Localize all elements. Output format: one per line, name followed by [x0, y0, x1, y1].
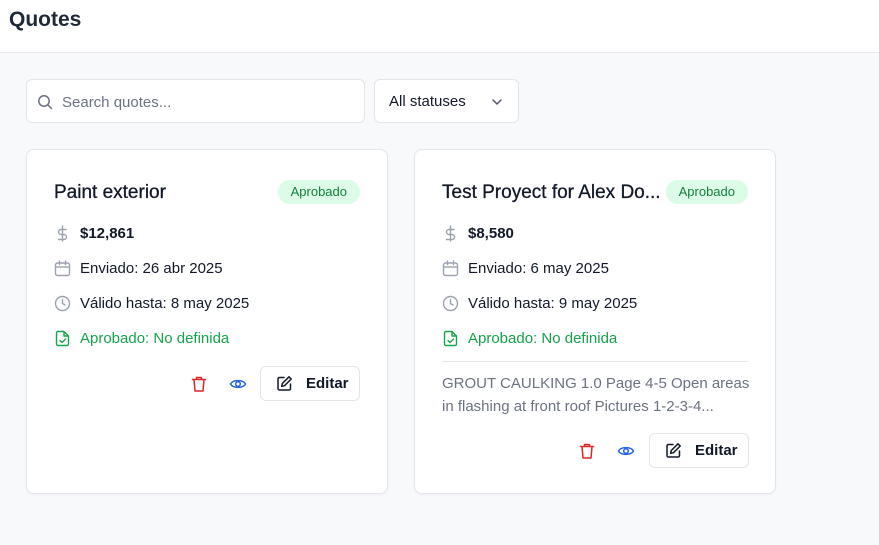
quote-approved-date: Aprobado: No definida — [80, 330, 230, 347]
file-check-icon — [443, 330, 458, 347]
edit-icon — [277, 376, 292, 391]
quote-amount: $8,580 — [468, 225, 514, 242]
calendar-icon — [54, 260, 71, 277]
quote-title: Test Proyect for Alex Do... — [442, 182, 661, 203]
edit-button-label: Editar — [695, 442, 738, 459]
search-input[interactable] — [62, 90, 357, 114]
quote-valid-until: Válido hasta: 9 may 2025 — [468, 295, 638, 312]
quote-valid-until: Válido hasta: 8 may 2025 — [80, 295, 250, 312]
search-box[interactable] — [26, 79, 365, 123]
page-title: Quotes — [9, 8, 82, 31]
clock-icon — [54, 295, 71, 312]
edit-button[interactable]: Editar — [260, 366, 360, 401]
quote-sent-date: Enviado: 6 may 2025 — [468, 260, 609, 277]
edit-icon — [666, 443, 681, 458]
trash-icon[interactable] — [578, 442, 596, 460]
status-filter-select[interactable]: All statuses — [374, 79, 519, 123]
dollar-icon — [445, 225, 456, 242]
clock-icon — [442, 295, 459, 312]
trash-icon[interactable] — [190, 375, 208, 393]
edit-button-label: Editar — [306, 375, 349, 392]
quote-sent-date: Enviado: 26 abr 2025 — [80, 260, 223, 277]
dollar-icon — [57, 225, 68, 242]
quote-card: Test Proyect for Alex Do... Aprobado $8,… — [414, 149, 776, 494]
quote-amount: $12,861 — [80, 225, 135, 242]
search-icon — [38, 95, 53, 110]
file-check-icon — [55, 330, 70, 347]
quote-approved-date: Aprobado: No definida — [468, 330, 618, 347]
eye-icon[interactable] — [229, 375, 247, 393]
status-badge: Aprobado — [665, 180, 748, 204]
edit-button[interactable]: Editar — [649, 433, 749, 468]
divider — [442, 361, 748, 362]
chevron-down-icon — [492, 99, 502, 105]
status-filter-value: All statuses — [389, 93, 466, 110]
quote-title: Paint exterior — [54, 182, 166, 203]
quote-description: GROUT CAULKING 1.0 Page 4-5 Open areas i… — [442, 375, 750, 415]
eye-icon[interactable] — [617, 442, 635, 460]
calendar-icon — [442, 260, 459, 277]
status-badge: Aprobado — [277, 180, 360, 204]
quote-card: Paint exterior Aprobado $12,861 Enviado:… — [26, 149, 388, 494]
top-header: Quotes — [0, 0, 879, 53]
